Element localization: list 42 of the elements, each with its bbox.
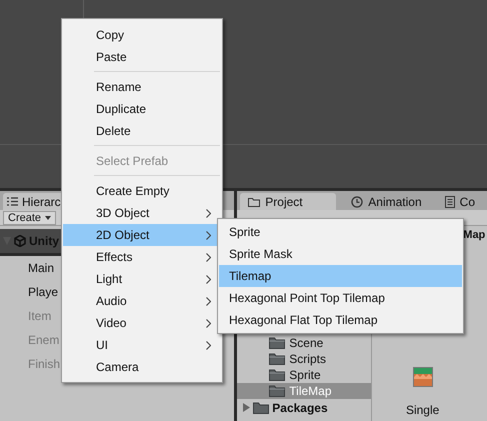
- menu-item[interactable]: Tilemap: [219, 265, 462, 287]
- document-icon: [444, 196, 455, 208]
- tile-sprite-icon[interactable]: [412, 367, 433, 387]
- folder-icon: [269, 337, 286, 349]
- breadcrumb[interactable]: Map: [463, 229, 486, 241]
- menu-item[interactable]: Light: [63, 268, 221, 290]
- asset-label: Single: [406, 403, 440, 417]
- folder-icon: [269, 353, 286, 365]
- folder-icon: [269, 385, 286, 397]
- menu-item[interactable]: Paste: [63, 46, 221, 68]
- folder-item[interactable]: Scripts: [237, 351, 372, 367]
- menu-item[interactable]: 3D Object: [63, 202, 221, 224]
- menu-item[interactable]: Hexagonal Point Top Tilemap: [219, 287, 462, 309]
- folder-icon: [248, 196, 260, 206]
- folder-item[interactable]: Sprite: [237, 367, 372, 383]
- folder-item[interactable]: Packages: [272, 400, 328, 414]
- menu-item[interactable]: Camera: [63, 356, 221, 378]
- panel-tab[interactable]: Project: [240, 193, 336, 210]
- menu-item[interactable]: Rename: [63, 76, 221, 98]
- menu-item[interactable]: Video: [63, 312, 221, 334]
- caret-icon: [45, 216, 52, 220]
- menu-item[interactable]: Audio: [63, 290, 221, 312]
- menu-item[interactable]: Create Empty: [63, 180, 221, 202]
- menu-item[interactable]: Effects: [63, 246, 221, 268]
- panel-tab[interactable]: Co: [436, 193, 483, 210]
- menu-item[interactable]: Hexagonal Flat Top Tilemap: [219, 309, 462, 331]
- menu-item[interactable]: UI: [63, 334, 221, 356]
- folder-item[interactable]: Scene: [237, 335, 372, 351]
- clock-icon: [351, 196, 364, 208]
- create-button[interactable]: Create: [3, 210, 56, 224]
- hierarchy-item[interactable]: Playe: [28, 285, 58, 299]
- menu-item[interactable]: Copy: [63, 24, 221, 46]
- menu-item[interactable]: Sprite: [219, 221, 462, 243]
- menu-item[interactable]: Duplicate: [63, 98, 221, 120]
- hierarchy-item[interactable]: Main: [28, 261, 54, 275]
- expand-triangle-icon[interactable]: [243, 403, 250, 412]
- panel-tab[interactable]: Animation: [343, 193, 430, 210]
- folder-icon: [253, 402, 270, 414]
- menu-item[interactable]: Delete: [63, 120, 221, 142]
- list-icon: [7, 197, 18, 206]
- menu-item[interactable]: Sprite Mask: [219, 243, 462, 265]
- folder-icon: [269, 369, 286, 381]
